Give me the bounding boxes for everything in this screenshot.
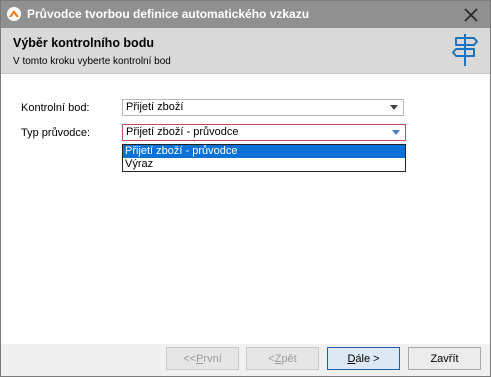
dropdown-option[interactable]: Přijetí zboží - průvodce [123, 145, 405, 158]
chevron-down-icon[interactable] [390, 105, 398, 110]
app-logo-icon [7, 7, 21, 21]
back-button-mnemonic: Z [274, 352, 282, 365]
next-button-rest: ále > [355, 352, 380, 365]
first-button-rest: rvní [203, 352, 222, 365]
close-icon[interactable] [460, 4, 482, 26]
first-button-prefix: << [183, 352, 197, 365]
wizard-window: Průvodce tvorbou definice automatického … [0, 0, 491, 377]
back-button-rest: pět [281, 352, 297, 365]
close-button-label: Zavřít [430, 352, 459, 365]
guide-type-label: Typ průvodce: [21, 127, 91, 139]
next-button[interactable]: Dále > [327, 347, 400, 370]
next-button-mnemonic: D [347, 352, 356, 365]
first-button-mnemonic: P [196, 352, 204, 365]
dropdown-option[interactable]: Výraz [123, 158, 405, 171]
checkpoint-select[interactable]: Přijetí zboží [122, 99, 404, 116]
step-title: Výběr kontrolního bodu [13, 36, 154, 50]
close-button[interactable]: Zavřít [408, 347, 481, 370]
step-header: Výběr kontrolního bodu V tomto kroku vyb… [1, 28, 490, 74]
chevron-down-icon[interactable] [392, 130, 400, 135]
window-title: Průvodce tvorbou definice automatického … [27, 7, 310, 21]
signpost-icon [452, 34, 478, 66]
guide-type-value: Přijetí zboží - průvodce [126, 126, 239, 138]
step-subtitle: V tomto kroku vyberte kontrolní bod [13, 56, 171, 67]
checkpoint-label: Kontrolní bod: [21, 102, 90, 114]
title-bar: Průvodce tvorbou definice automatického … [1, 1, 490, 28]
guide-type-dropdown-list: Přijetí zboží - průvodce Výraz [122, 144, 406, 172]
first-button[interactable]: << První [166, 347, 239, 370]
checkpoint-value: Přijetí zboží [126, 101, 184, 113]
back-button[interactable]: < Zpět [246, 347, 319, 370]
guide-type-select[interactable]: Přijetí zboží - průvodce [122, 124, 406, 141]
